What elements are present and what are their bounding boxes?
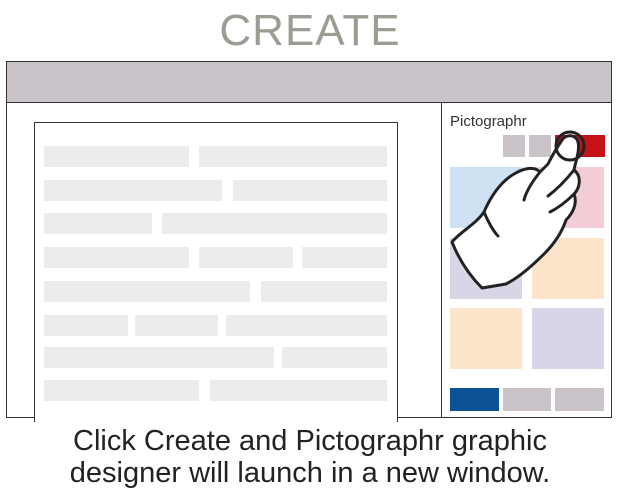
text-line-placeholder bbox=[44, 213, 152, 234]
text-line-placeholder bbox=[199, 146, 387, 167]
text-line-placeholder bbox=[226, 315, 387, 336]
text-line-placeholder bbox=[44, 380, 199, 401]
primary-action-button[interactable] bbox=[450, 388, 499, 411]
text-line-placeholder bbox=[282, 347, 387, 368]
secondary-action-button[interactable] bbox=[503, 388, 551, 411]
pointing-hand-icon bbox=[450, 130, 586, 290]
secondary-action-button[interactable] bbox=[555, 388, 604, 411]
document-page[interactable] bbox=[34, 122, 398, 422]
caption-line-2: designer will launch in a new window. bbox=[69, 457, 551, 489]
caption-line-1: Click Create and Pictographr graphic bbox=[73, 425, 547, 457]
text-line-placeholder bbox=[44, 247, 189, 268]
template-tile[interactable] bbox=[450, 308, 522, 369]
text-line-placeholder bbox=[210, 380, 387, 401]
text-line-placeholder bbox=[44, 180, 222, 201]
text-line-placeholder bbox=[44, 347, 274, 368]
text-line-placeholder bbox=[261, 281, 387, 302]
text-line-placeholder bbox=[44, 146, 189, 167]
text-line-placeholder bbox=[44, 315, 128, 336]
window-titlebar bbox=[7, 62, 611, 103]
text-line-placeholder bbox=[162, 213, 387, 234]
text-line-placeholder bbox=[135, 315, 218, 336]
text-line-placeholder bbox=[233, 180, 387, 201]
text-line-placeholder bbox=[44, 281, 250, 302]
text-line-placeholder bbox=[199, 247, 293, 268]
text-line-placeholder bbox=[302, 247, 387, 268]
template-tile[interactable] bbox=[532, 308, 604, 369]
create-heading: CREATE bbox=[219, 6, 401, 55]
instruction-caption: Click Create and Pictographr graphic des… bbox=[0, 425, 620, 489]
